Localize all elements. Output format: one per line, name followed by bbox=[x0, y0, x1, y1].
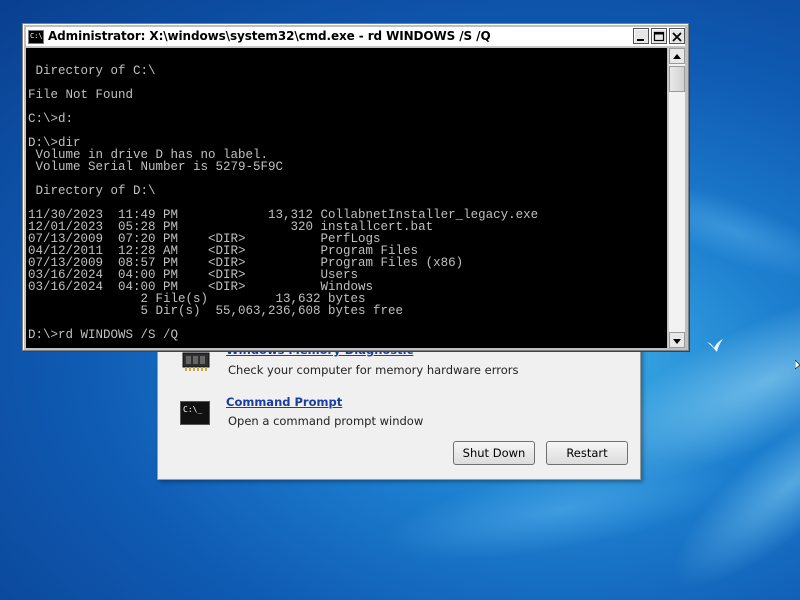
console-line: File Not Found bbox=[28, 88, 134, 102]
scroll-down-arrow-icon bbox=[673, 339, 681, 344]
minimize-icon bbox=[637, 39, 644, 41]
console-line: 5 Dir(s) 55,063,236,608 bytes free bbox=[28, 304, 404, 318]
scroll-down-button[interactable] bbox=[669, 332, 685, 348]
console-line: D:\>rd WINDOWS /S /Q bbox=[28, 328, 179, 342]
cmd-window-icon[interactable]: C:\ bbox=[28, 30, 44, 44]
memory-diagnostic-description: Check your computer for memory hardware … bbox=[228, 363, 519, 377]
close-button[interactable] bbox=[669, 28, 685, 44]
title-bar[interactable]: C:\ Administrator: X:\windows\system32\c… bbox=[26, 27, 685, 47]
window-title: Administrator: X:\windows\system32\cmd.e… bbox=[48, 29, 491, 43]
command-prompt-window: C:\ Administrator: X:\windows\system32\c… bbox=[22, 23, 689, 351]
console-line: Directory of C:\ bbox=[28, 64, 156, 78]
command-prompt-icon: C:\_ bbox=[180, 401, 210, 425]
command-prompt-link[interactable]: Command Prompt bbox=[226, 395, 342, 409]
minimize-button[interactable] bbox=[633, 28, 649, 44]
bird-icon bbox=[707, 339, 723, 352]
maximize-icon bbox=[653, 31, 665, 42]
console-line: C:\>d: bbox=[28, 112, 74, 126]
command-prompt-description: Open a command prompt window bbox=[228, 414, 424, 428]
cmd-window-icon-label: C:\ bbox=[30, 32, 43, 40]
command-prompt-icon-label: C:\_ bbox=[183, 405, 203, 414]
scroll-up-button[interactable] bbox=[669, 48, 685, 64]
maximize-button[interactable] bbox=[651, 28, 667, 44]
scroll-thumb[interactable] bbox=[669, 66, 685, 92]
shut-down-button[interactable]: Shut Down bbox=[453, 441, 535, 465]
memory-chip-icon bbox=[182, 352, 210, 371]
close-icon bbox=[672, 32, 682, 42]
console-text: Directory of C:\ File Not Found C:\>d: D:\>… bbox=[28, 53, 538, 342]
console-line: Directory of D:\ bbox=[28, 184, 156, 198]
scroll-up-arrow-icon bbox=[673, 54, 681, 59]
mouse-cursor-icon bbox=[795, 360, 800, 370]
restart-button[interactable]: Restart bbox=[546, 441, 628, 465]
recovery-options-dialog: Windows Memory Diagnostic Check your com… bbox=[157, 330, 641, 480]
vertical-scrollbar[interactable] bbox=[668, 48, 685, 348]
console-output[interactable]: Directory of C:\ File Not Found C:\>d: D:\>… bbox=[26, 48, 667, 348]
console-line: Volume Serial Number is 5279-5F9C bbox=[28, 160, 284, 174]
